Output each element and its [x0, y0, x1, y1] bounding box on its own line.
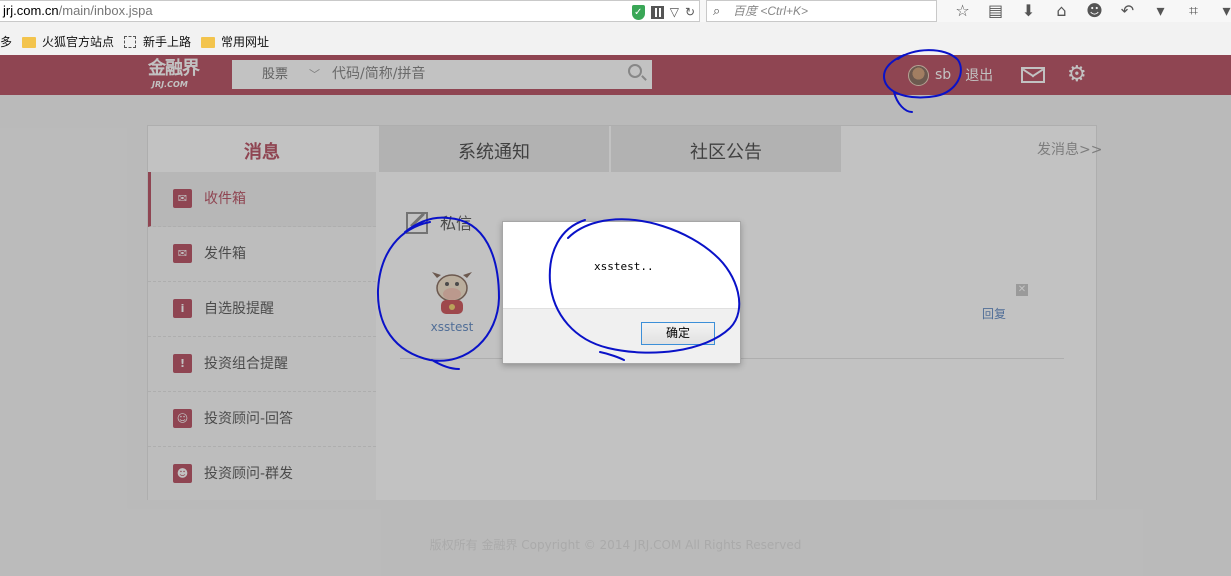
folder-icon	[22, 36, 37, 48]
qr-code-icon[interactable]	[650, 5, 664, 19]
browser-search-input[interactable]: ⌕ 百度 <Ctrl+K>	[706, 0, 937, 22]
download-icon[interactable]: ⬇	[1012, 0, 1045, 22]
shield-icon[interactable]: ✓	[631, 4, 645, 20]
browser-toolbar: jrj.com.cn/main/inbox.jspa ✓ ▽ ↻ ⌕ 百度 <C…	[0, 0, 1231, 22]
page-icon	[124, 36, 137, 48]
crop-icon[interactable]: ⌗	[1177, 0, 1210, 22]
bookmark-getting-started[interactable]: 新手上路	[124, 32, 191, 52]
bookmark-label: 常用网址	[221, 35, 270, 49]
bookmark-label: 新手上路	[143, 35, 192, 49]
url-path: /main/inbox.jspa	[58, 3, 153, 18]
bookmark-label: 火狐官方站点	[42, 35, 115, 49]
alert-dialog: xsstest.. 确定	[502, 221, 741, 364]
alert-message: xsstest..	[594, 260, 654, 273]
bookmarks-bar: 多 火狐官方站点 新手上路 常用网址	[0, 32, 1231, 52]
smiley-icon[interactable]: ☻	[1078, 0, 1111, 22]
browser-toolbar-icons: ☆ ▤ ⬇ ⌂ ☻ ↶ ▾ ⌗ ▾	[946, 0, 1231, 22]
home-icon[interactable]: ⌂	[1045, 0, 1078, 22]
browser-search-placeholder: 百度 <Ctrl+K>	[733, 4, 809, 18]
alert-footer: 确定	[503, 308, 740, 363]
back-icon[interactable]: ↶	[1111, 0, 1144, 22]
folder-icon	[201, 36, 216, 48]
ok-button[interactable]: 确定	[641, 322, 715, 345]
menu-chevron-icon[interactable]: ▾	[1144, 0, 1177, 22]
bookmark-firefox-site[interactable]: 火狐官方站点	[22, 32, 114, 52]
search-icon: ⌕	[713, 3, 721, 18]
bookmark-star-icon[interactable]: ☆	[946, 0, 979, 22]
bookmark-more[interactable]: 多	[0, 32, 12, 52]
reading-list-icon[interactable]: ▤	[979, 0, 1012, 22]
dropdown-icon[interactable]: ▽	[670, 3, 679, 21]
address-bar[interactable]: jrj.com.cn/main/inbox.jspa ✓ ▽ ↻	[0, 0, 700, 22]
more-icon[interactable]: ▾	[1210, 0, 1231, 22]
reload-icon[interactable]: ↻	[685, 3, 695, 21]
url-domain: jrj.com.cn	[3, 3, 59, 18]
bookmark-common-sites[interactable]: 常用网址	[201, 32, 269, 52]
address-bar-icons: ✓ ▽ ↻	[631, 3, 695, 21]
